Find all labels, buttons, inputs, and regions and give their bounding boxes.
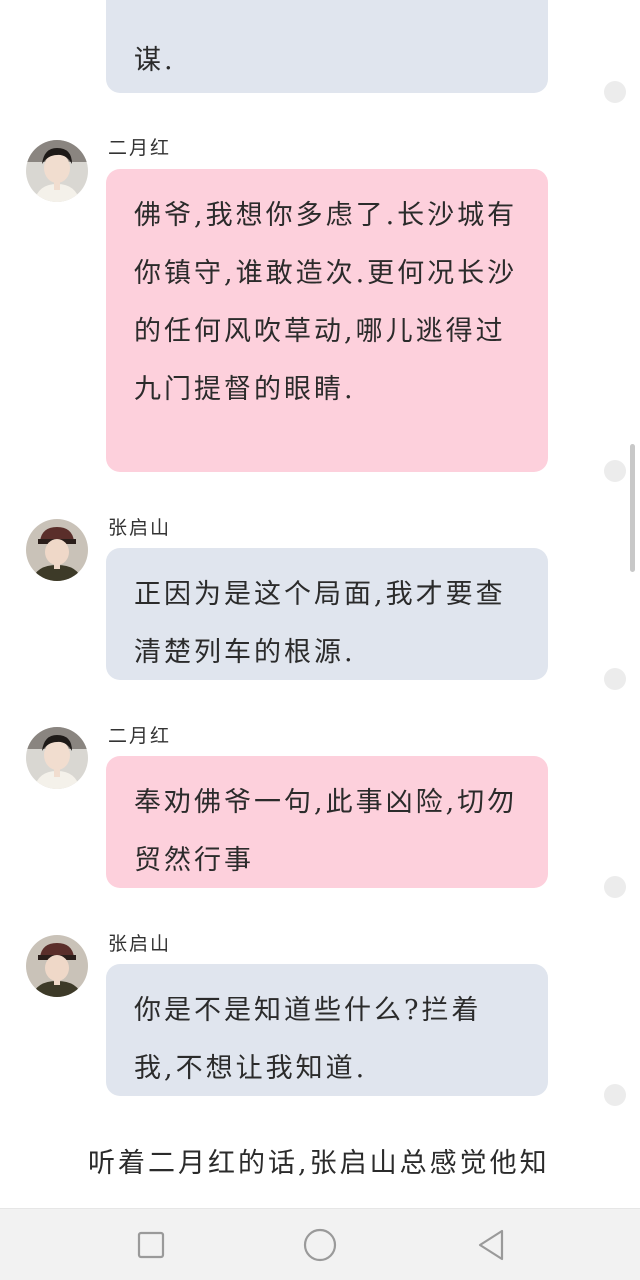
speaker-name: 二月红 — [108, 725, 172, 747]
message-bubble: 谋. — [106, 0, 548, 93]
comment-dot-icon[interactable] — [604, 1084, 626, 1106]
message-bubble: 正因为是这个局面,我才要查清楚列车的根源. — [106, 548, 548, 680]
comment-dot-icon[interactable] — [604, 460, 626, 482]
scrollbar[interactable] — [630, 444, 635, 572]
comment-dot-icon[interactable] — [604, 668, 626, 690]
message-text: 奉劝佛爷一句,此事凶险,切勿贸然行事 — [134, 787, 518, 876]
message-bubble: 奉劝佛爷一句,此事凶险,切勿贸然行事 — [106, 756, 548, 888]
back-icon[interactable] — [472, 1227, 508, 1263]
message-text: 谋. — [134, 45, 176, 76]
zhang-qi-shan-avatar[interactable] — [26, 519, 88, 581]
message-text: 佛爷,我想你多虑了.长沙城有你镇守,谁敢造次.更何况长沙的任何风吹草动,哪儿逃得… — [134, 200, 518, 405]
message-bubble: 你是不是知道些什么?拦着我,不想让我知道. — [106, 964, 548, 1096]
speaker-name: 二月红 — [108, 137, 172, 159]
er-yue-hong-avatar[interactable] — [26, 140, 88, 202]
navigation-bar — [0, 1208, 640, 1280]
comment-dot-icon[interactable] — [604, 81, 626, 103]
speaker-name: 张启山 — [108, 933, 172, 955]
zhang-qi-shan-avatar[interactable] — [26, 935, 88, 997]
er-yue-hong-avatar[interactable] — [26, 727, 88, 789]
message-text: 正因为是这个局面,我才要查清楚列车的根源. — [134, 579, 506, 668]
home-icon[interactable] — [302, 1227, 338, 1263]
speaker-name: 张启山 — [108, 517, 172, 539]
recent-apps-icon[interactable] — [133, 1227, 169, 1263]
narration-paragraph: 听着二月红的话,张启山总感觉他知 — [88, 1148, 550, 1179]
message-bubble: 佛爷,我想你多虑了.长沙城有你镇守,谁敢造次.更何况长沙的任何风吹草动,哪儿逃得… — [106, 169, 548, 472]
message-text: 你是不是知道些什么?拦着我,不想让我知道. — [134, 995, 482, 1084]
chat-transcript[interactable]: 谋. 二月红 佛爷,我想你多虑了.长沙城有你镇守,谁敢造次.更何况长沙的任何风吹… — [0, 0, 640, 1210]
comment-dot-icon[interactable] — [604, 876, 626, 898]
